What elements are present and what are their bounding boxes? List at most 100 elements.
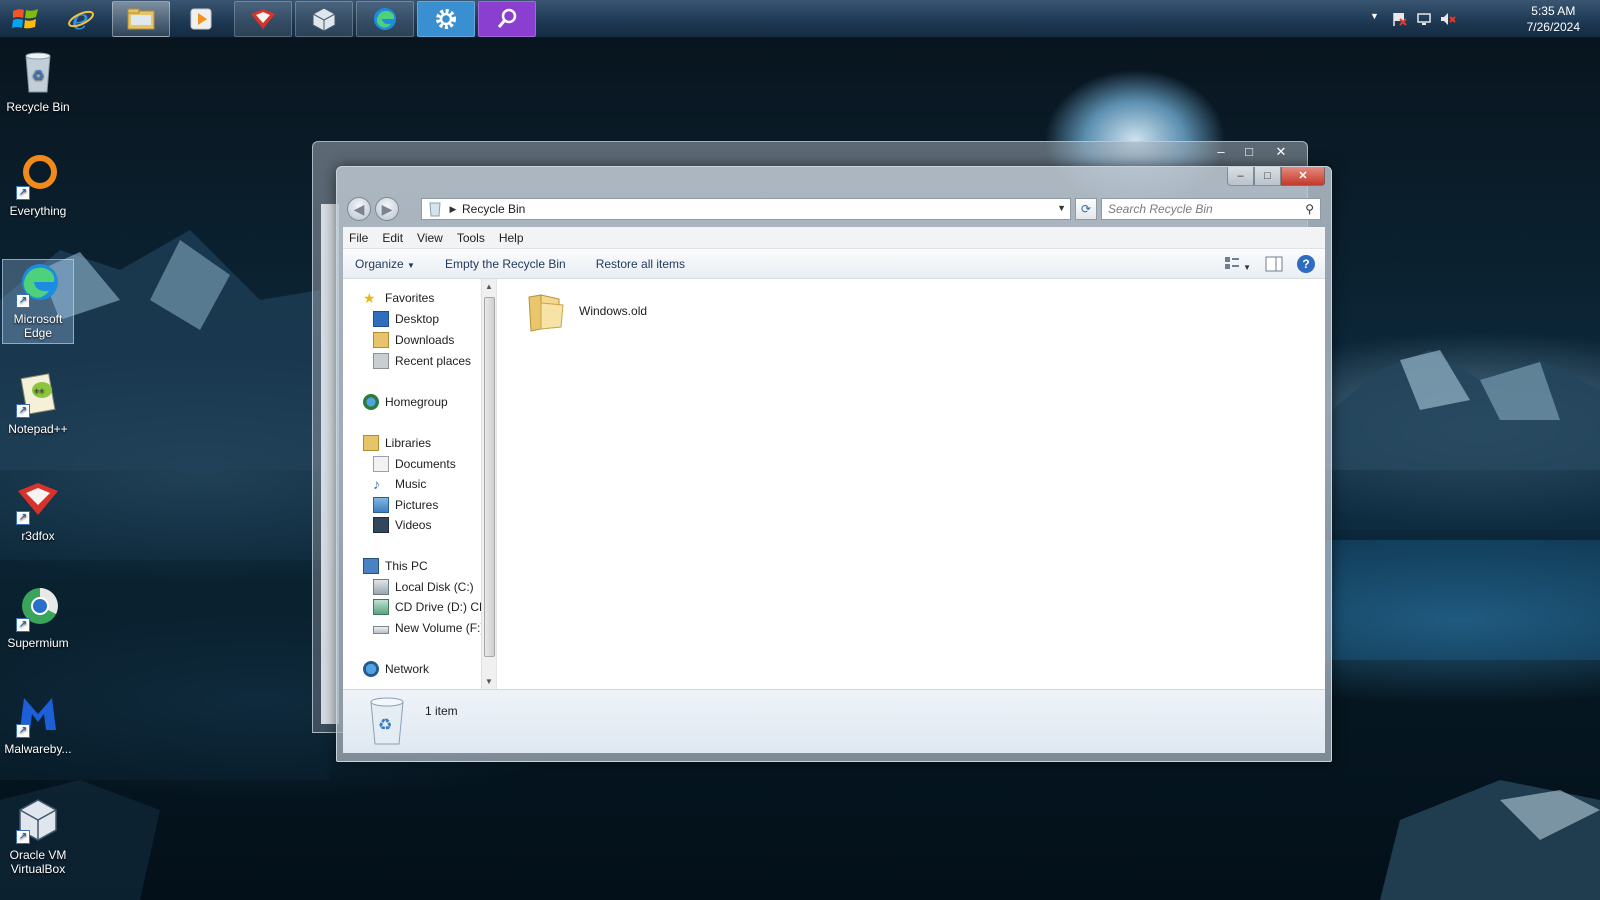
nav-homegroup[interactable]: Homegroup: [363, 392, 448, 412]
nav-this-pc[interactable]: This PC: [363, 556, 428, 576]
nav-documents[interactable]: Documents: [373, 454, 456, 474]
nav-new-volume-f[interactable]: New Volume (F:): [373, 618, 484, 638]
nav-videos[interactable]: Videos: [373, 515, 431, 535]
nav-cd-drive-d[interactable]: CD Drive (D:) CES: [373, 597, 495, 617]
desktop-icon-r3dfox[interactable]: ↗ r3dfox: [2, 477, 74, 543]
computer-icon: [363, 558, 379, 574]
nav-label: Pictures: [395, 498, 439, 512]
maximize-button[interactable]: □: [1254, 167, 1281, 186]
address-text: Recycle Bin: [462, 202, 526, 216]
command-bar: Organize ▼ Empty the Recycle Bin Restore…: [343, 249, 1325, 279]
desktop-icon-label: Recycle Bin: [6, 100, 70, 114]
minimize-button[interactable]: –: [1227, 167, 1254, 186]
forward-button[interactable]: ▶: [375, 197, 399, 221]
help-icon[interactable]: ?: [1297, 255, 1315, 273]
windows-logo-icon: [12, 9, 38, 29]
menu-tools[interactable]: Tools: [457, 231, 485, 245]
menu-help[interactable]: Help: [499, 231, 524, 245]
desktop-icon-label: Notepad++: [8, 422, 68, 436]
clock-date: 7/26/2024: [1526, 20, 1580, 34]
system-tray: ▼ 5:35 AM 7/26/2024: [1370, 0, 1600, 38]
clock-time: 5:35 AM: [1531, 4, 1576, 18]
nav-label: Documents: [395, 457, 456, 471]
libraries-icon: [363, 435, 379, 451]
network-icon[interactable]: [1416, 11, 1432, 27]
taskbar-media-player[interactable]: [172, 1, 230, 37]
nav-music[interactable]: ♪ Music: [373, 474, 426, 494]
taskbar: e ▼ 5:35 AM 7/26/2024: [0, 0, 1600, 38]
navigation-pane: ★ Favorites Desktop Downloads Recent pla…: [343, 279, 497, 689]
search-icon[interactable]: ⚲: [1305, 202, 1314, 216]
search-input[interactable]: Search Recycle Bin ⚲: [1101, 198, 1321, 220]
address-dropdown-icon[interactable]: ▼: [1057, 203, 1066, 213]
maximize-icon[interactable]: □: [1237, 144, 1261, 160]
menu-edit[interactable]: Edit: [382, 231, 403, 245]
scroll-down-icon[interactable]: ▼: [485, 677, 493, 686]
close-icon: ✕: [1298, 170, 1308, 182]
address-bar[interactable]: ▶ Recycle Bin ▼: [421, 198, 1071, 220]
show-hidden-icons-icon[interactable]: ▼: [1370, 11, 1386, 27]
downloads-folder-icon: [373, 332, 389, 348]
drive-icon: [373, 626, 389, 634]
scrollbar-thumb[interactable]: [484, 297, 495, 657]
menu-file[interactable]: File: [349, 231, 368, 245]
taskbar-microsoft-edge[interactable]: [356, 1, 414, 37]
taskbar-r3dfox[interactable]: [234, 1, 292, 37]
close-icon[interactable]: ✕: [1269, 144, 1293, 160]
desktop-icon-virtualbox[interactable]: ↗ Oracle VM VirtualBox: [2, 796, 74, 876]
shortcut-arrow-icon: ↗: [16, 186, 30, 200]
file-item-windows-old[interactable]: Windows.old: [523, 289, 647, 333]
nav-downloads[interactable]: Downloads: [373, 330, 454, 350]
desktop-icon-microsoft-edge[interactable]: ↗ Microsoft Edge: [2, 259, 74, 344]
volume-muted-icon[interactable]: [1440, 11, 1456, 27]
nav-label: Homegroup: [385, 395, 448, 409]
nav-label: Network: [385, 662, 430, 676]
clock[interactable]: 5:35 AM 7/26/2024: [1527, 3, 1580, 35]
folder-icon: [127, 8, 155, 30]
start-button[interactable]: [6, 3, 46, 35]
desktop-icon-label: Oracle VM VirtualBox: [9, 848, 67, 876]
nav-recent-places[interactable]: Recent places: [373, 351, 471, 371]
taskbar-search[interactable]: [478, 1, 536, 37]
nav-pictures[interactable]: Pictures: [373, 495, 438, 515]
nav-desktop[interactable]: Desktop: [373, 309, 439, 329]
taskbar-settings[interactable]: [417, 1, 475, 37]
preview-pane-icon[interactable]: [1265, 256, 1283, 272]
file-name: Windows.old: [579, 304, 648, 318]
shortcut-arrow-icon: ↗: [16, 618, 30, 632]
cd-drive-icon: [373, 599, 389, 615]
back-button[interactable]: ◀: [347, 197, 371, 221]
desktop-icon-recycle-bin[interactable]: ♻ Recycle Bin: [2, 48, 74, 114]
taskbar-virtualbox[interactable]: [295, 1, 353, 37]
nav-label: New Volume (F:): [395, 621, 485, 635]
nav-favorites[interactable]: ★ Favorites: [363, 288, 434, 308]
desktop-icon-label: Malwareby...: [4, 742, 72, 756]
minimize-icon[interactable]: –: [1209, 144, 1233, 160]
scroll-up-icon[interactable]: ▲: [485, 282, 493, 291]
menu-view[interactable]: View: [417, 231, 443, 245]
restore-all-items-button[interactable]: Restore all items: [596, 257, 685, 271]
desktop-icon-everything[interactable]: ↗ Everything: [2, 152, 74, 218]
change-view-button[interactable]: ▼: [1224, 256, 1251, 273]
folder-icon: [528, 294, 564, 332]
r3dfox-icon: [251, 9, 275, 29]
edge-icon: [374, 8, 396, 30]
breadcrumb-chevron-icon[interactable]: ▶: [444, 204, 462, 215]
close-button[interactable]: ✕: [1281, 167, 1325, 186]
taskbar-internet-explorer[interactable]: e: [52, 1, 110, 37]
taskbar-file-explorer[interactable]: [112, 1, 170, 37]
navigation-scrollbar[interactable]: ▲ ▼: [481, 279, 496, 689]
desktop-icon-notepad-plus-plus[interactable]: ++ ↗ Notepad++: [2, 370, 74, 436]
shortcut-arrow-icon: ↗: [16, 511, 30, 525]
recycle-bin-window[interactable]: – □ ✕ ◀ ▶ ▶ Recycle Bin ▼ ⟳ Search Recyc…: [336, 166, 1332, 762]
nav-local-disk-c[interactable]: Local Disk (C:): [373, 577, 474, 597]
empty-recycle-bin-button[interactable]: Empty the Recycle Bin: [445, 257, 566, 271]
organize-button[interactable]: Organize ▼: [355, 257, 415, 271]
svg-text:♻: ♻: [32, 67, 45, 83]
desktop-icon-malwarebytes[interactable]: ↗ Malwareby...: [2, 690, 74, 756]
nav-network[interactable]: Network: [363, 659, 429, 679]
refresh-button[interactable]: ⟳: [1075, 198, 1097, 220]
desktop-icon-supermium[interactable]: ↗ Supermium: [2, 584, 74, 650]
nav-libraries[interactable]: Libraries: [363, 433, 431, 453]
action-center-flag-icon[interactable]: [1392, 11, 1408, 27]
